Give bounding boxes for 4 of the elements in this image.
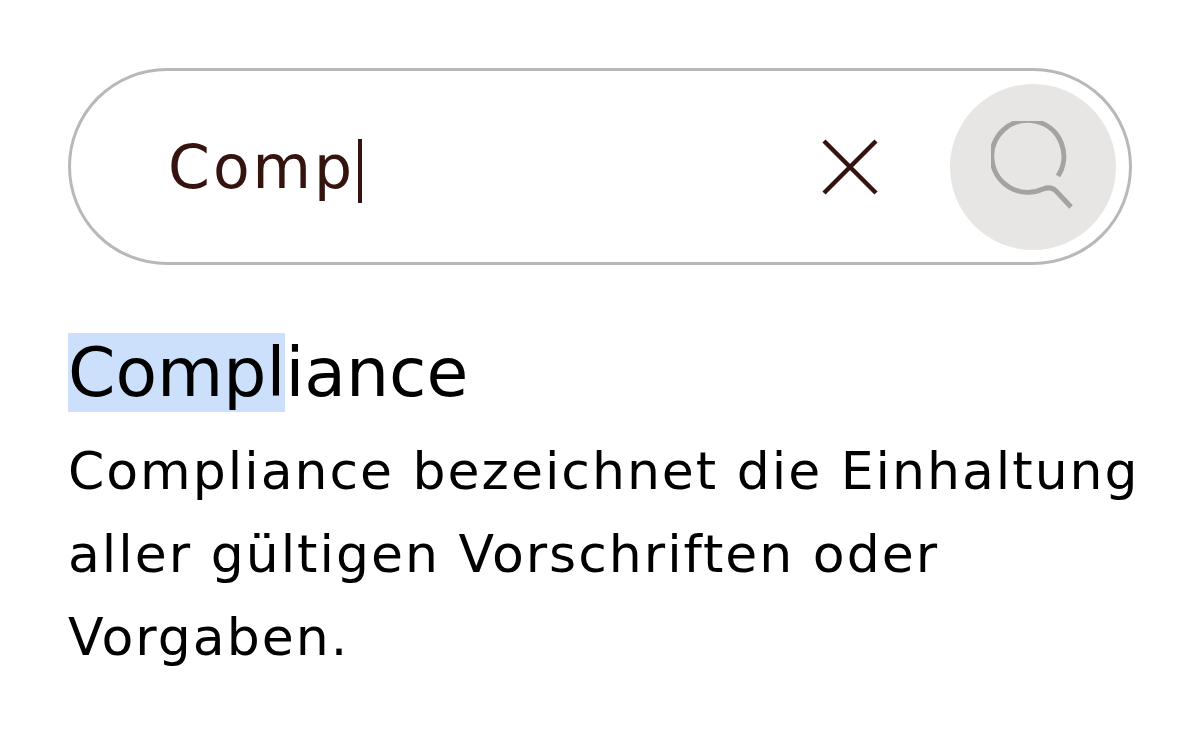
result-description: Compliance bezeichnet die Einhaltung aller gültigen Vorschriften oder Vorgaben. [68, 440, 1141, 669]
search-input[interactable]: Comp [168, 121, 820, 212]
clear-button[interactable] [820, 136, 880, 197]
close-icon [822, 138, 878, 195]
